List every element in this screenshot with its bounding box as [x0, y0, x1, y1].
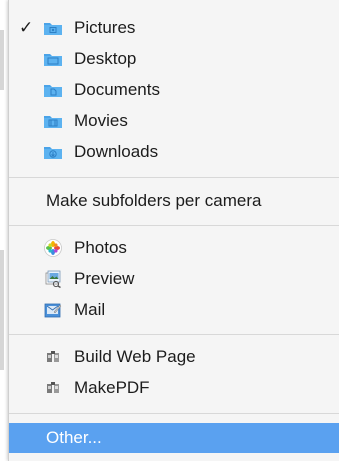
menu-item-label: Desktop — [74, 49, 137, 68]
menu-separator — [9, 334, 339, 335]
menu-item-build-web-page[interactable]: Build Web Page — [9, 342, 339, 372]
menu-item-movies[interactable]: Movies — [9, 106, 339, 136]
menu-item-desktop[interactable]: Desktop — [9, 44, 339, 74]
menu-item-make-subfolders[interactable]: Make subfolders per camera — [9, 186, 339, 216]
destination-popup-menu: ✓ Pictures Desktop Documents Movies Down… — [8, 0, 339, 461]
menu-item-label: Make subfolders per camera — [46, 191, 262, 210]
menu-separator — [9, 413, 339, 414]
menu-item-other[interactable]: Other... — [9, 423, 339, 453]
photos-app-icon — [43, 238, 63, 258]
menu-item-label: Documents — [74, 80, 160, 99]
downloads-folder-icon — [43, 142, 63, 162]
automator-workflow-icon — [43, 378, 63, 398]
menu-item-preview[interactable]: Preview — [9, 264, 339, 294]
menu-item-makepdf[interactable]: MakePDF — [9, 373, 339, 403]
menu-item-photos[interactable]: Photos — [9, 233, 339, 263]
documents-folder-icon — [43, 80, 63, 100]
menu-item-documents[interactable]: Documents — [9, 75, 339, 105]
menu-item-label: Downloads — [74, 142, 159, 161]
menu-item-label: Preview — [74, 269, 135, 288]
menu-item-label: Pictures — [74, 18, 136, 37]
menu-item-label: Movies — [74, 111, 128, 130]
preview-app-icon — [43, 269, 63, 289]
underlying-window-edge — [0, 250, 4, 370]
underlying-window-edge — [0, 30, 4, 90]
movies-folder-icon — [43, 111, 63, 131]
screen: ✓ Pictures Desktop Documents Movies Down… — [0, 0, 339, 461]
menu-item-label: Mail — [74, 300, 106, 319]
checkmark-icon: ✓ — [19, 18, 34, 37]
menu-item-label: Other... — [46, 428, 102, 447]
menu-item-label: Build Web Page — [74, 347, 196, 366]
menu-separator — [9, 177, 339, 178]
pictures-folder-icon — [43, 18, 63, 38]
menu-item-pictures[interactable]: ✓ Pictures — [9, 13, 339, 43]
menu-item-label: MakePDF — [74, 378, 150, 397]
desktop-folder-icon — [43, 49, 63, 69]
menu-item-mail[interactable]: Mail — [9, 295, 339, 325]
mail-app-icon — [43, 300, 63, 320]
automator-workflow-icon — [43, 347, 63, 367]
menu-item-label: Photos — [74, 238, 127, 257]
menu-separator — [9, 225, 339, 226]
menu-item-downloads[interactable]: Downloads — [9, 137, 339, 167]
